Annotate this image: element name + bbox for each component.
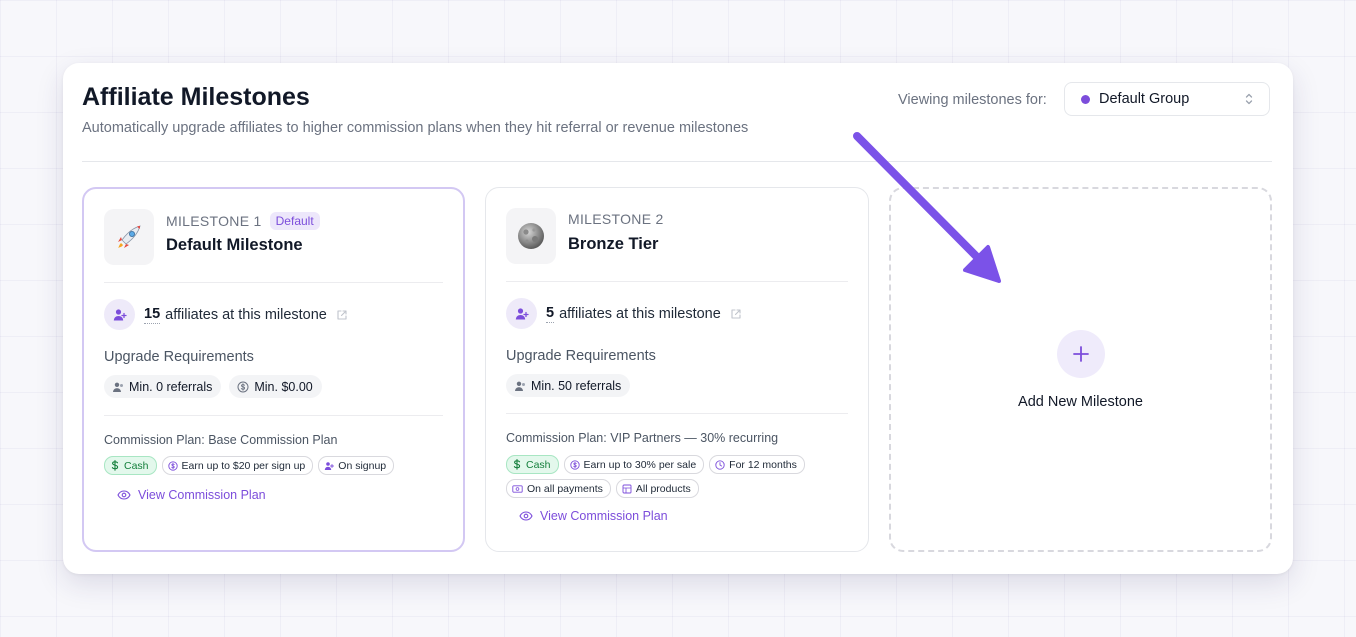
plan-tags: Cash Earn up to 30% per sale For 12 mont… bbox=[506, 455, 846, 498]
plan-tag: All products bbox=[615, 479, 699, 498]
viewing-label: Viewing milestones for: bbox=[898, 92, 1047, 108]
products-icon bbox=[622, 484, 632, 493]
plan-tag-cash: Cash bbox=[104, 456, 157, 475]
header-divider bbox=[82, 161, 1272, 162]
milestone-card-1[interactable]: MILESTONE 1 Default Default Milestone 15… bbox=[82, 187, 465, 552]
users-icon bbox=[506, 298, 537, 329]
default-badge: Default bbox=[269, 212, 320, 230]
dollar-circle-icon bbox=[167, 460, 178, 471]
plus-icon bbox=[1072, 345, 1089, 362]
payments-icon bbox=[512, 484, 523, 493]
dollar-circle-icon bbox=[569, 459, 580, 470]
milestones-panel: Affiliate Milestones Automatically upgra… bbox=[63, 63, 1293, 574]
group-select[interactable]: Default Group bbox=[1064, 82, 1270, 116]
moon-icon bbox=[518, 223, 544, 249]
requirements-title: Upgrade Requirements bbox=[104, 349, 254, 365]
eye-icon bbox=[519, 511, 533, 521]
view-commission-plan-link[interactable]: View Commission Plan bbox=[117, 488, 266, 502]
card-divider bbox=[506, 413, 848, 414]
plan-title: Commission Plan: VIP Partners — 30% recu… bbox=[506, 431, 779, 445]
affiliate-count[interactable]: 15 bbox=[144, 306, 161, 324]
page-title: Affiliate Milestones bbox=[82, 83, 310, 111]
plan-tag-cash: Cash bbox=[506, 455, 559, 474]
milestone-card-2[interactable]: MILESTONE 2 Bronze Tier 5 affiliates at … bbox=[485, 187, 869, 552]
milestone-name: Default Milestone bbox=[166, 236, 303, 254]
milestone-label: MILESTONE 2 bbox=[568, 211, 664, 227]
requirement-chips: Min. 50 referrals bbox=[506, 374, 631, 397]
affiliates-row: 15 affiliates at this milestone bbox=[104, 299, 348, 330]
add-milestone-card[interactable]: Add New Milestone bbox=[889, 187, 1272, 552]
users-icon bbox=[104, 299, 135, 330]
dollar-circle-icon bbox=[237, 381, 249, 392]
clock-icon bbox=[715, 459, 725, 470]
requirement-chip: Min. 0 referrals bbox=[104, 375, 222, 398]
card-divider bbox=[506, 281, 848, 282]
dollar-icon bbox=[513, 459, 521, 470]
plan-tag: On all payments bbox=[506, 479, 611, 498]
requirement-chip: Min. $0.00 bbox=[229, 375, 322, 398]
chevron-updown-icon bbox=[1245, 93, 1253, 105]
external-link-icon[interactable] bbox=[730, 308, 742, 320]
add-milestone-label: Add New Milestone bbox=[1018, 393, 1143, 410]
plan-tag: Earn up to $20 per sign up bbox=[161, 456, 314, 475]
plan-tag: For 12 months bbox=[709, 455, 805, 474]
external-link-icon[interactable] bbox=[336, 309, 348, 321]
requirement-chip: Min. 50 referrals bbox=[506, 374, 631, 397]
dollar-icon bbox=[111, 460, 119, 471]
eye-icon bbox=[117, 490, 131, 500]
milestone-label: MILESTONE 1 Default bbox=[166, 212, 320, 230]
group-color-dot bbox=[1081, 94, 1090, 104]
plan-tags: Cash Earn up to $20 per sign up On signu… bbox=[104, 456, 444, 475]
affiliate-text: affiliates at this milestone bbox=[165, 306, 327, 323]
add-milestone-button[interactable] bbox=[1056, 329, 1105, 378]
rocket-icon bbox=[118, 225, 141, 248]
plan-title: Commission Plan: Base Commission Plan bbox=[104, 433, 338, 447]
view-commission-plan-link[interactable]: View Commission Plan bbox=[519, 509, 668, 523]
milestone-name: Bronze Tier bbox=[568, 235, 659, 253]
affiliate-text: affiliates at this milestone bbox=[559, 305, 721, 322]
requirement-chips: Min. 0 referrals Min. $0.00 bbox=[104, 375, 322, 398]
affiliates-row: 5 affiliates at this milestone bbox=[506, 298, 742, 329]
requirements-title: Upgrade Requirements bbox=[506, 348, 656, 364]
plan-tag: Earn up to 30% per sale bbox=[563, 455, 705, 474]
card-divider bbox=[104, 282, 443, 283]
plan-tag: On signup bbox=[318, 456, 395, 475]
page-subtitle: Automatically upgrade affiliates to high… bbox=[82, 120, 749, 136]
card-divider bbox=[104, 415, 443, 416]
milestone-icon-box bbox=[506, 208, 556, 264]
affiliate-count[interactable]: 5 bbox=[546, 305, 555, 323]
user-plus-icon bbox=[325, 461, 335, 470]
user-icon bbox=[515, 381, 525, 391]
milestone-icon-box bbox=[104, 209, 154, 265]
group-select-value: Default Group bbox=[1099, 91, 1190, 107]
user-icon bbox=[113, 382, 123, 392]
